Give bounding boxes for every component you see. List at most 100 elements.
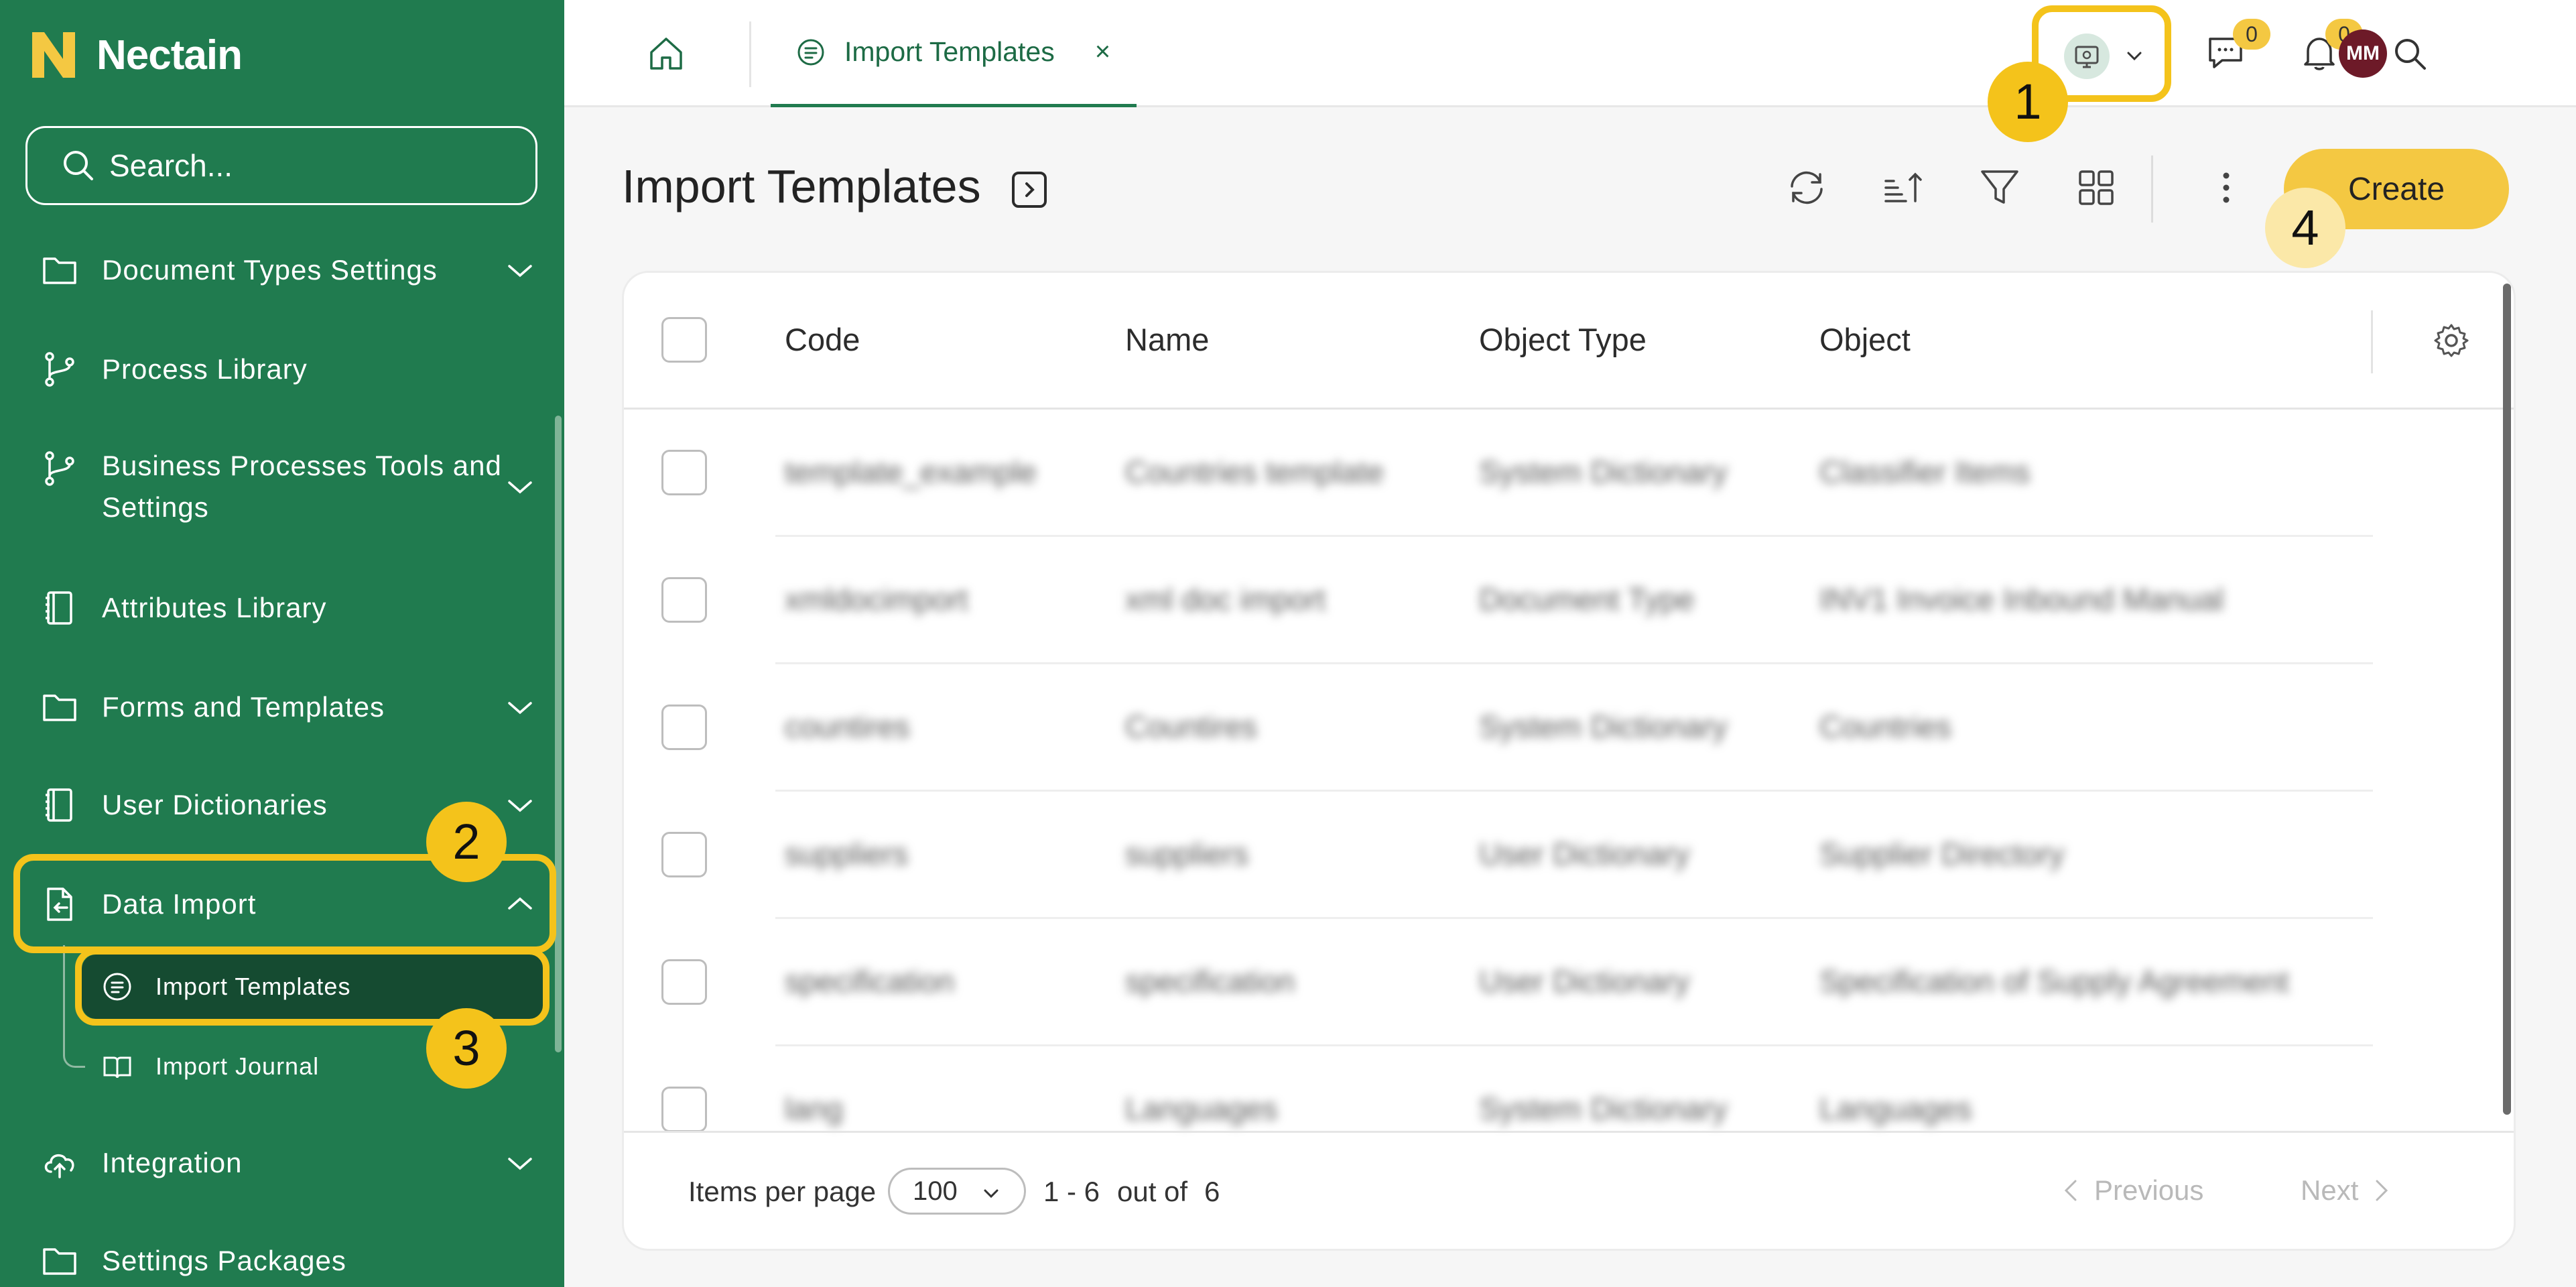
messages-count-badge: 0 [2233,19,2270,50]
avatar[interactable]: MM [2339,29,2387,78]
folder-icon [43,1248,76,1275]
book-icon [103,1056,131,1079]
chevron-down-icon [508,1158,532,1170]
cell-object: Classifier Items [1819,454,2031,489]
chevron-right-icon [2376,1180,2388,1201]
cell-object-type: System Dictionary [1479,454,1728,489]
cell-object-type: Document Type [1479,582,1695,617]
cell-object: Languages [1819,1091,1972,1126]
chevron-down-icon [508,702,532,715]
row-checkbox[interactable] [661,959,707,1005]
previous-label: Previous [2094,1174,2204,1206]
sidebar-item-label: User Dictionaries [102,789,328,820]
column-header-code[interactable]: Code [785,321,860,358]
row-checkbox[interactable] [661,704,707,750]
callout-3: 3 [426,1008,507,1089]
sidebar-item-label: Forms and Templates [102,691,385,723]
total-count: 6 [1204,1176,1220,1207]
column-header-object[interactable]: Object [1819,321,1911,358]
callout-4: 4 [2265,188,2345,268]
next-page-button[interactable]: Next [2301,1174,2392,1207]
chevron-down-icon [508,481,532,494]
table-row[interactable]: countires Countires System Dictionary Co… [624,664,2514,792]
table-footer: Items per page 100 1 - 6 out of 6 Previo… [624,1131,2514,1249]
select-all-checkbox[interactable] [661,317,707,363]
column-header-object-type[interactable]: Object Type [1479,321,1647,358]
row-checkbox[interactable] [661,1087,707,1132]
sidebar-item-label: Settings Packages [102,1245,346,1276]
tab-label: Import Templates [844,36,1055,67]
cell-name: Countries template [1125,454,1384,489]
sidebar-item-integration[interactable]: Integration [40,1142,543,1184]
top-bar: Import Templates × 0 0 MM [564,0,2576,107]
cell-code: lang [785,1091,843,1126]
branch-icon [45,352,74,387]
row-checkbox[interactable] [661,832,707,877]
row-checkbox[interactable] [661,577,707,623]
sidebar-item-process-library[interactable]: Process Library [40,349,543,390]
cell-name: suppliers [1125,837,1249,871]
divider [749,21,751,87]
items-per-page-value: 100 [913,1176,958,1206]
table-row[interactable]: xmldocimport xml doc import Document Typ… [624,537,2514,664]
table-row[interactable]: template_example Countries template Syst… [624,410,2514,537]
sidebar-subitem-import-journal[interactable]: Import Journal [102,1051,319,1082]
sidebar-subitem-label: Import Journal [155,1052,320,1080]
branch-icon [45,451,74,486]
panel-toggle-icon[interactable] [1009,169,1049,210]
chevron-down-icon [984,1189,999,1199]
callout-1: 1 [1988,62,2068,142]
home-icon[interactable] [646,34,686,74]
row-checkbox[interactable] [661,450,707,495]
sidebar: Nectain Search... Document Types Setting… [0,0,564,1287]
sidebar-search-input[interactable]: Search... [25,126,537,205]
tab-import-templates[interactable]: Import Templates × [771,0,1137,107]
search-icon[interactable] [2390,34,2431,75]
items-per-page-select[interactable]: 100 [888,1168,1026,1215]
sidebar-scrollbar[interactable] [555,416,562,1052]
cell-code: xmldocimport [785,582,968,617]
divider [2151,156,2153,223]
cloud-upload-icon [44,1154,74,1178]
main-content: Import Templates Create Code Name Object… [564,107,2576,1287]
cell-code: countires [785,709,910,744]
table-header: Code Name Object Type Object [624,273,2514,410]
layout-icon[interactable] [2072,164,2120,212]
cell-name: Languages [1125,1091,1278,1126]
column-header-name[interactable]: Name [1125,321,1209,358]
import-templates-table: Code Name Object Type Object template_ex… [622,271,2516,1251]
cell-code: template_example [785,454,1037,489]
sidebar-item-label: Document Types Settings [102,254,438,286]
cell-object: Supplier Directory [1819,837,2065,871]
divider [2371,310,2373,373]
chevron-down-icon [508,265,532,278]
sidebar-item-document-types-settings[interactable]: Document Types Settings [40,249,543,291]
table-row[interactable]: specification specification User Diction… [624,919,2514,1046]
cell-object: Countries [1819,709,1951,744]
cell-code: specification [785,964,955,999]
sidebar-item-business-processes-tools[interactable]: Business Processes Tools and Settings [40,445,543,528]
out-of-label: out of [1117,1176,1188,1207]
folder-icon [43,257,76,284]
filter-icon[interactable] [1976,164,2024,212]
table-scrollbar[interactable] [2503,284,2511,1115]
previous-page-button[interactable]: Previous [2061,1174,2203,1207]
brand-logo[interactable]: Nectain [29,29,243,80]
next-label: Next [2301,1174,2359,1206]
table-row[interactable]: suppliers suppliers User Dictionary Supp… [624,792,2514,919]
cell-object-type: System Dictionary [1479,1091,1728,1126]
sidebar-item-attributes-library[interactable]: Attributes Library [40,587,543,629]
sidebar-item-settings-packages[interactable]: Settings Packages [40,1240,543,1282]
search-placeholder: Search... [109,148,233,183]
close-icon[interactable]: × [1095,37,1110,67]
sidebar-item-forms-and-templates[interactable]: Forms and Templates [40,686,543,728]
callout-2: 2 [426,802,507,882]
nectain-logo-icon [32,32,75,78]
cell-object: Specification of Supply Agreement [1819,964,2289,999]
sort-icon[interactable] [1879,164,1927,212]
more-vertical-icon[interactable] [2202,164,2250,212]
gear-icon[interactable] [2432,321,2471,360]
refresh-icon[interactable] [1783,164,1831,212]
cell-object-type: User Dictionary [1479,964,1690,999]
sidebar-item-label: Integration [102,1147,243,1178]
